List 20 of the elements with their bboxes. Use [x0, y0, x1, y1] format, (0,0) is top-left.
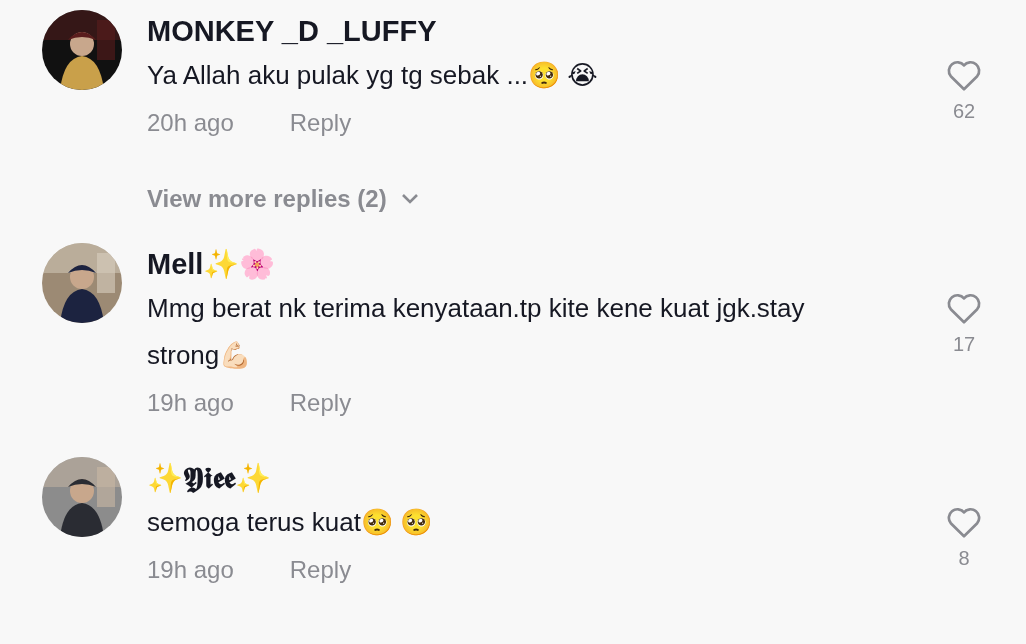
comment-text: Ya Allah aku pulak yg tg sebak ...🥺 😭 — [147, 59, 599, 92]
comment-text: Mmg berat nk terima kenyataan.tp kite kene kuat jgk.stay strong💪🏻 — [147, 292, 806, 372]
heart-icon[interactable] — [946, 291, 982, 325]
chevron-down-icon — [400, 193, 419, 205]
like-count: 17 — [952, 333, 976, 356]
like-count: 8 — [958, 547, 970, 570]
view-replies-button[interactable]: View more replies (2) — [147, 185, 419, 213]
reply-button[interactable]: Reply — [289, 550, 352, 590]
like-count: 62 — [952, 100, 976, 123]
reply-button[interactable]: Reply — [289, 103, 352, 143]
comment-time: 19h ago — [147, 555, 234, 585]
comment-time: 20h ago — [147, 108, 234, 138]
username[interactable]: Mell✨🌸 — [147, 243, 942, 285]
reply-button[interactable]: Reply — [289, 383, 352, 423]
comment-text: semoga terus kuat🥺 🥺 — [147, 506, 434, 539]
heart-icon[interactable] — [946, 505, 982, 539]
comment-time: 19h ago — [147, 388, 234, 418]
heart-icon[interactable] — [946, 58, 982, 92]
username[interactable]: ✨𝖄𝖎𝖊𝖊✨ — [147, 457, 942, 499]
username[interactable]: MONKEY _D _LUFFY — [147, 10, 942, 52]
